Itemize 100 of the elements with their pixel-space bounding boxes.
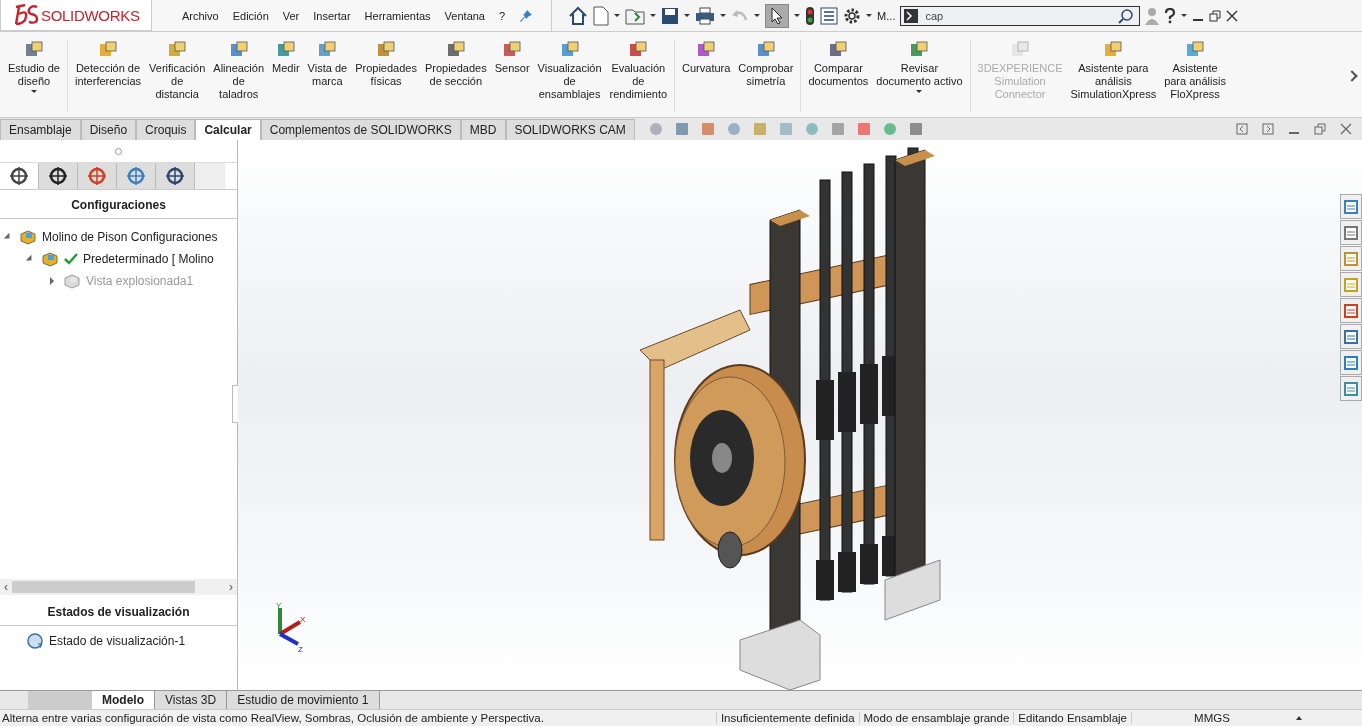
ribbon-button[interactable]: Asistente para análisis SimulationXpress xyxy=(1066,40,1161,101)
caret-icon[interactable] xyxy=(754,14,761,17)
menu-item[interactable]: Insertar xyxy=(313,9,351,22)
list-icon[interactable] xyxy=(820,6,839,25)
scroll-right-arrow[interactable]: › xyxy=(229,580,233,594)
settings-icon[interactable] xyxy=(843,6,862,25)
tree-item[interactable]: Predeterminado [ Molino xyxy=(83,252,214,266)
command-tab[interactable]: Complementos de SOLIDWORKS xyxy=(260,119,461,140)
ribbon-button[interactable]: Medir xyxy=(268,40,304,75)
tile-left-icon[interactable] xyxy=(1236,123,1248,135)
task-pane-tab[interactable] xyxy=(1340,246,1362,271)
caret-icon[interactable] xyxy=(684,14,691,17)
caret-up-icon[interactable] xyxy=(1296,716,1302,720)
caret-icon[interactable] xyxy=(916,90,923,93)
ribbon-button[interactable]: Detección de interferencias xyxy=(71,40,146,88)
more-menu[interactable]: M... xyxy=(877,9,896,22)
graphics-area[interactable]: Y X Z xyxy=(238,140,1362,690)
caret-icon[interactable] xyxy=(866,14,873,17)
command-tab[interactable]: SOLIDWORKS CAM xyxy=(505,119,635,140)
command-tab[interactable]: Diseño xyxy=(80,119,137,140)
scroll-left-arrow[interactable]: ‹ xyxy=(4,580,8,594)
task-pane-tab[interactable] xyxy=(1340,324,1362,349)
logo-text: SOLIDWORKS xyxy=(41,6,140,24)
panel-icon xyxy=(1343,276,1359,293)
ribbon-button[interactable]: Visualización de ensamblajes xyxy=(533,40,606,101)
status-field: Editando Ensamblaje xyxy=(1013,712,1131,724)
units-field[interactable]: MMGS xyxy=(1131,712,1292,724)
menu-item[interactable]: Archivo xyxy=(182,9,219,22)
ribbon-button[interactable]: Comprobar simetría xyxy=(734,40,798,88)
command-tab[interactable]: MBD xyxy=(460,119,506,140)
home-icon[interactable] xyxy=(568,5,589,26)
menu-item[interactable]: ? xyxy=(499,9,506,22)
ds-logo-icon xyxy=(13,4,39,26)
panel-icon xyxy=(1343,198,1359,215)
command-tab[interactable]: Calcular xyxy=(195,119,261,140)
ribbon-button[interactable]: Evaluación de rendimiento xyxy=(605,40,672,101)
close-icon[interactable] xyxy=(1226,9,1239,22)
help-icon[interactable] xyxy=(1164,7,1177,24)
traffic-light-icon[interactable] xyxy=(805,5,816,26)
caret-icon[interactable] xyxy=(1181,14,1188,17)
menu-item[interactable]: Herramientas xyxy=(364,9,431,22)
ribbon-button[interactable]: Estudio de diseño xyxy=(4,40,64,93)
folder-icon[interactable] xyxy=(625,6,646,25)
command-tab[interactable]: Croquis xyxy=(136,119,196,140)
crosshair-icon xyxy=(87,166,107,186)
search-icon[interactable] xyxy=(1118,7,1135,24)
ribbon-button[interactable]: Propiedades físicas xyxy=(351,40,421,88)
task-pane-tab[interactable] xyxy=(1340,194,1362,219)
pin-icon[interactable] xyxy=(519,8,534,23)
crosshair-icon xyxy=(48,166,68,186)
tile-right-icon[interactable] xyxy=(1262,123,1274,135)
menu-item[interactable]: Ver xyxy=(282,9,300,22)
ribbon-button[interactable]: Vista de marca xyxy=(303,40,352,88)
panel-icon xyxy=(1343,380,1359,397)
task-pane-tab[interactable] xyxy=(1340,298,1362,323)
tree-item[interactable]: Molino de Pison Configuraciones xyxy=(42,230,218,244)
configuration-icon xyxy=(19,229,37,245)
panel-icon xyxy=(1343,354,1359,371)
caret-icon[interactable] xyxy=(614,14,621,17)
ribbon-button[interactable]: Alineación de taladros xyxy=(209,40,269,101)
menu-item[interactable]: Edición xyxy=(232,9,269,22)
display-state-item[interactable]: Estado de visualización-1 xyxy=(49,634,186,648)
caret-icon[interactable] xyxy=(720,14,727,17)
panel-tab[interactable] xyxy=(156,163,195,189)
task-pane-tab[interactable] xyxy=(1340,350,1362,375)
configuration-icon xyxy=(41,251,59,267)
panel-title: Estados de visualización xyxy=(0,597,237,626)
ribbon-button[interactable]: Sensor xyxy=(490,40,534,75)
ribbon-button[interactable]: Revisar documento activo xyxy=(872,40,967,93)
panel-icon xyxy=(1343,224,1359,241)
panel-tab[interactable] xyxy=(39,163,78,189)
ribbon-button[interactable]: Comparar documentos xyxy=(804,40,873,88)
restore-icon[interactable] xyxy=(1209,9,1222,22)
menu-item[interactable]: Ventana xyxy=(444,9,485,22)
print-icon[interactable] xyxy=(695,6,716,25)
model-tab[interactable]: Estudio de movimiento 1 xyxy=(227,691,380,709)
ribbon-button[interactable]: Propiedades de sección xyxy=(420,40,491,88)
caret-icon[interactable] xyxy=(31,90,37,93)
status-field: Modo de ensamblaje grande xyxy=(858,712,1014,724)
configuration-icon xyxy=(63,273,81,289)
task-pane-tab[interactable] xyxy=(1340,220,1362,245)
search-field[interactable]: cap xyxy=(900,5,1141,26)
solidworks-logo[interactable]: SOLIDWORKS xyxy=(0,0,152,31)
restore-icon[interactable] xyxy=(1314,123,1326,135)
model-tab[interactable]: Modelo xyxy=(92,691,155,709)
ribbon-button[interactable]: Curvatura xyxy=(678,40,735,75)
caret-icon[interactable] xyxy=(794,14,801,17)
status-field: Insuficientemente definida xyxy=(715,712,859,724)
task-pane-tab[interactable] xyxy=(1340,376,1362,401)
command-tab[interactable]: Ensamblaje xyxy=(0,119,81,140)
select-button[interactable] xyxy=(765,3,790,28)
cursor-icon xyxy=(770,6,785,25)
ribbon-button[interactable]: Verificación de distancia xyxy=(145,40,210,101)
ribbon-button[interactable]: Asistente para análisis FloXpress xyxy=(1160,40,1230,101)
caret-icon[interactable] xyxy=(650,14,657,17)
save-icon[interactable] xyxy=(661,6,680,25)
model-tab[interactable]: Vistas 3D xyxy=(155,691,228,709)
new-document-icon[interactable] xyxy=(593,5,610,26)
task-pane-tab[interactable] xyxy=(1340,272,1362,297)
horizontal-scrollbar[interactable]: ‹ › xyxy=(0,579,237,595)
